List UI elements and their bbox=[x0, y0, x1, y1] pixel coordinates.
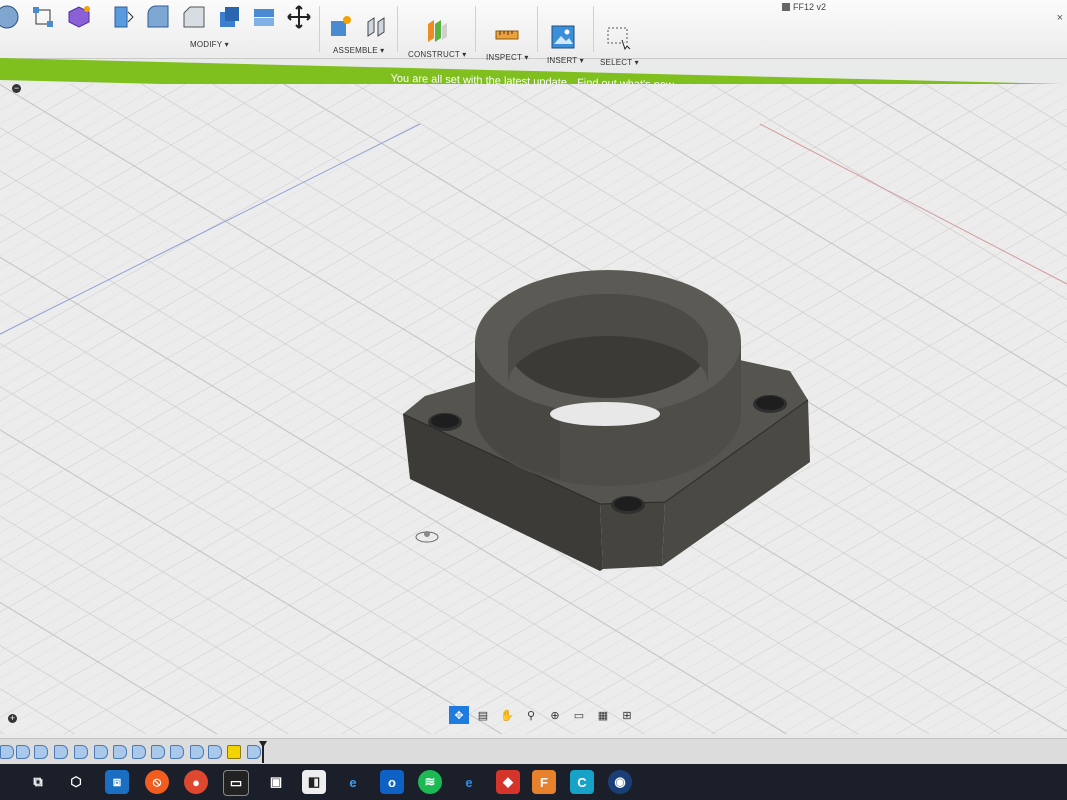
3d-viewer-icon[interactable]: ⬡ bbox=[64, 770, 88, 794]
spotify-icon[interactable]: ≋ bbox=[418, 770, 442, 794]
fit-icon[interactable]: ⊕ bbox=[545, 706, 565, 724]
document-title: FF12 v2 bbox=[782, 2, 826, 12]
terminal-icon[interactable]: ▭ bbox=[223, 770, 249, 796]
timeline-feature[interactable] bbox=[208, 745, 222, 759]
taskbar: ⧉ ⬡ ⧈ ⦸ ● ▭ ▣ ◧ e o ≋ e ◆ F C ◉ bbox=[0, 764, 1067, 800]
sketch-dimension-icon[interactable] bbox=[30, 4, 56, 30]
modify-menu[interactable]: MODIFY ▾ bbox=[190, 40, 229, 49]
pan-icon[interactable]: ✋ bbox=[497, 706, 517, 724]
brave-icon[interactable]: ⦸ bbox=[145, 770, 169, 794]
navigation-bar: ✥ ▤ ✋ ⚲ ⊕ ▭ ▦ ⊞ bbox=[449, 705, 639, 725]
assemble-menu[interactable]: ASSEMBLE ▾ bbox=[333, 46, 384, 55]
press-pull-icon[interactable] bbox=[110, 4, 136, 30]
form-icon[interactable] bbox=[66, 4, 92, 30]
new-component-icon[interactable] bbox=[328, 14, 354, 40]
timeline-feature[interactable] bbox=[151, 745, 165, 759]
select-menu[interactable]: SELECT ▾ bbox=[600, 58, 639, 67]
insert-menu[interactable]: INSERT ▾ bbox=[547, 56, 584, 65]
viewports-icon[interactable]: ⊞ bbox=[617, 706, 637, 724]
move-icon[interactable] bbox=[286, 4, 312, 30]
shell-icon[interactable] bbox=[216, 4, 242, 30]
timeline-marker-icon[interactable] bbox=[259, 741, 267, 763]
timeline-feature[interactable] bbox=[54, 745, 68, 759]
viewport-canvas[interactable]: − + bbox=[0, 84, 1067, 734]
construct-plane-icon[interactable] bbox=[424, 18, 450, 44]
timeline-feature-selected[interactable] bbox=[227, 745, 241, 759]
zoom-icon[interactable]: ⚲ bbox=[521, 706, 541, 724]
fusion-icon[interactable]: F bbox=[532, 770, 556, 794]
sphere-icon[interactable] bbox=[0, 4, 20, 30]
look-at-icon[interactable]: ▤ bbox=[473, 706, 493, 724]
app-icon[interactable]: ⧈ bbox=[105, 770, 129, 794]
edge-icon[interactable]: e bbox=[457, 770, 481, 794]
collapse-top-button[interactable]: − bbox=[12, 84, 21, 93]
timeline-feature[interactable] bbox=[34, 745, 48, 759]
close-button[interactable]: × bbox=[1057, 12, 1063, 24]
timeline-feature[interactable] bbox=[113, 745, 127, 759]
timeline-feature[interactable] bbox=[94, 745, 108, 759]
toolbar-divider bbox=[397, 6, 398, 52]
orbit-icon[interactable]: ✥ bbox=[449, 706, 469, 724]
media-icon[interactable]: ◧ bbox=[302, 770, 326, 794]
insert-image-icon[interactable] bbox=[550, 24, 576, 50]
orbit-cursor-icon bbox=[415, 531, 439, 543]
split-body-icon[interactable] bbox=[251, 4, 277, 30]
chrome-icon[interactable]: ● bbox=[184, 770, 208, 794]
toolbar-divider bbox=[593, 6, 594, 52]
grid-settings-icon[interactable]: ▦ bbox=[593, 706, 613, 724]
fillet-icon[interactable] bbox=[145, 4, 171, 30]
construct-menu[interactable]: CONSTRUCT ▾ bbox=[408, 50, 467, 59]
timeline-feature[interactable] bbox=[132, 745, 146, 759]
outlook-icon[interactable]: o bbox=[380, 770, 404, 794]
document-icon bbox=[782, 3, 790, 11]
chamfer-icon[interactable] bbox=[181, 4, 207, 30]
c-icon[interactable]: C bbox=[570, 770, 594, 794]
toolbar: MODIFY ▾ ASSEMBLE ▾ CONSTRUCT ▾ INSPECT … bbox=[0, 0, 1067, 67]
timeline-feature[interactable] bbox=[170, 745, 184, 759]
3d-builder-icon[interactable]: ▣ bbox=[264, 770, 288, 794]
timeline-feature[interactable] bbox=[0, 745, 14, 759]
flange-model[interactable] bbox=[0, 84, 1067, 734]
inspect-menu[interactable]: INSPECT ▾ bbox=[486, 53, 529, 62]
joint-icon[interactable] bbox=[364, 14, 390, 40]
timeline bbox=[0, 738, 1067, 765]
display-settings-icon[interactable]: ▭ bbox=[569, 706, 589, 724]
measure-icon[interactable] bbox=[494, 22, 520, 48]
toolbar-divider bbox=[475, 6, 476, 52]
toolbar-divider bbox=[537, 6, 538, 52]
expand-bottom-button[interactable]: + bbox=[8, 714, 17, 723]
timeline-feature[interactable] bbox=[74, 745, 88, 759]
wheel-icon[interactable]: ◉ bbox=[608, 770, 632, 794]
timeline-feature[interactable] bbox=[16, 745, 30, 759]
toolbar-divider bbox=[319, 6, 320, 52]
timeline-feature[interactable] bbox=[190, 745, 204, 759]
autodesk-icon[interactable]: ◆ bbox=[496, 770, 520, 794]
ie-icon[interactable]: e bbox=[341, 770, 365, 794]
network-icon[interactable]: ⧉ bbox=[26, 770, 50, 794]
select-window-icon[interactable] bbox=[606, 26, 632, 52]
